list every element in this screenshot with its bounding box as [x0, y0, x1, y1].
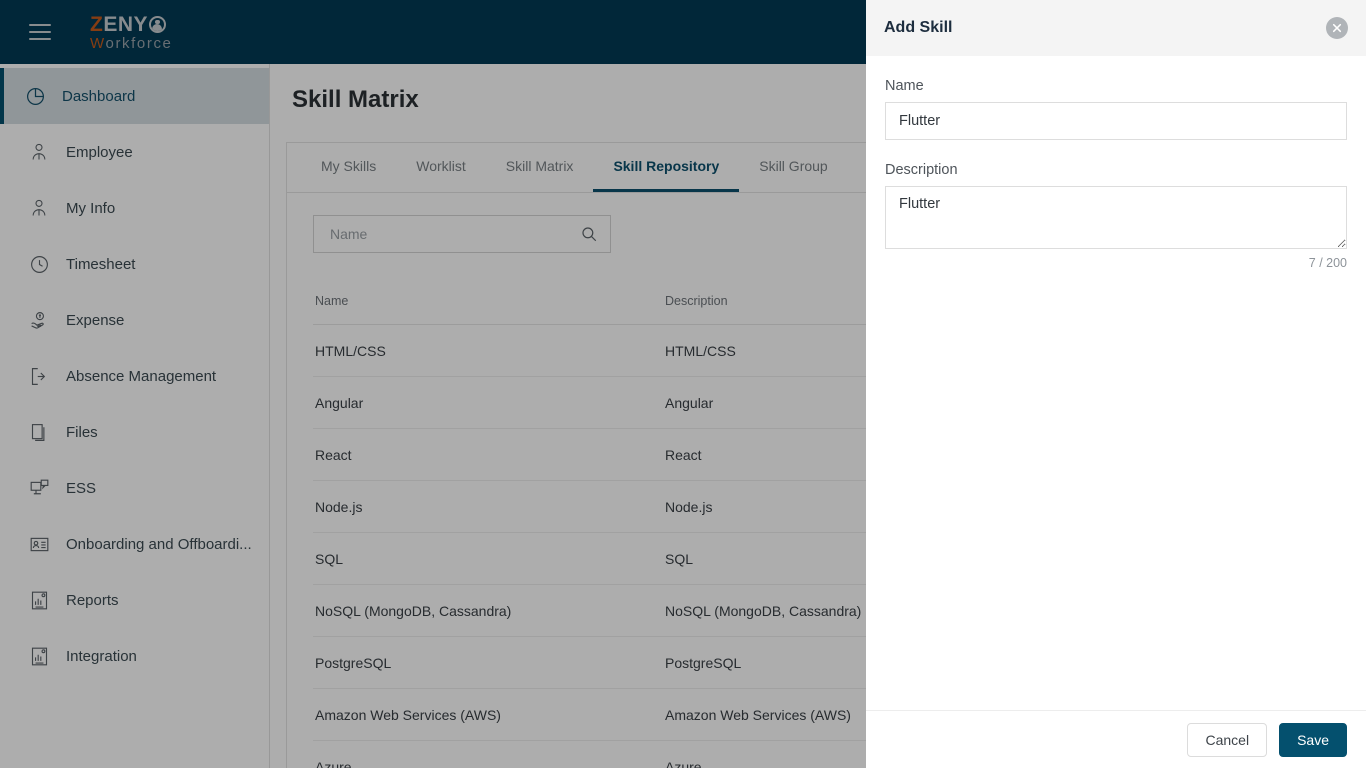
drawer-header: Add Skill [866, 0, 1366, 56]
description-field-label: Description [885, 162, 958, 178]
add-skill-drawer: Add Skill Name Description Flutter 7 / 2… [866, 0, 1366, 768]
name-field[interactable] [885, 102, 1347, 140]
drawer-footer: Cancel Save [866, 710, 1366, 768]
close-icon[interactable] [1326, 17, 1348, 39]
name-field-label: Name [885, 78, 924, 94]
field-spacer [885, 140, 1347, 162]
drawer-body: Name Description Flutter 7 / 200 [866, 56, 1366, 710]
save-button[interactable]: Save [1279, 722, 1347, 757]
cancel-button[interactable]: Cancel [1187, 722, 1268, 757]
character-counter: 7 / 200 [1308, 256, 1347, 270]
drawer-title: Add Skill [884, 19, 953, 36]
description-field[interactable]: Flutter [885, 186, 1347, 249]
